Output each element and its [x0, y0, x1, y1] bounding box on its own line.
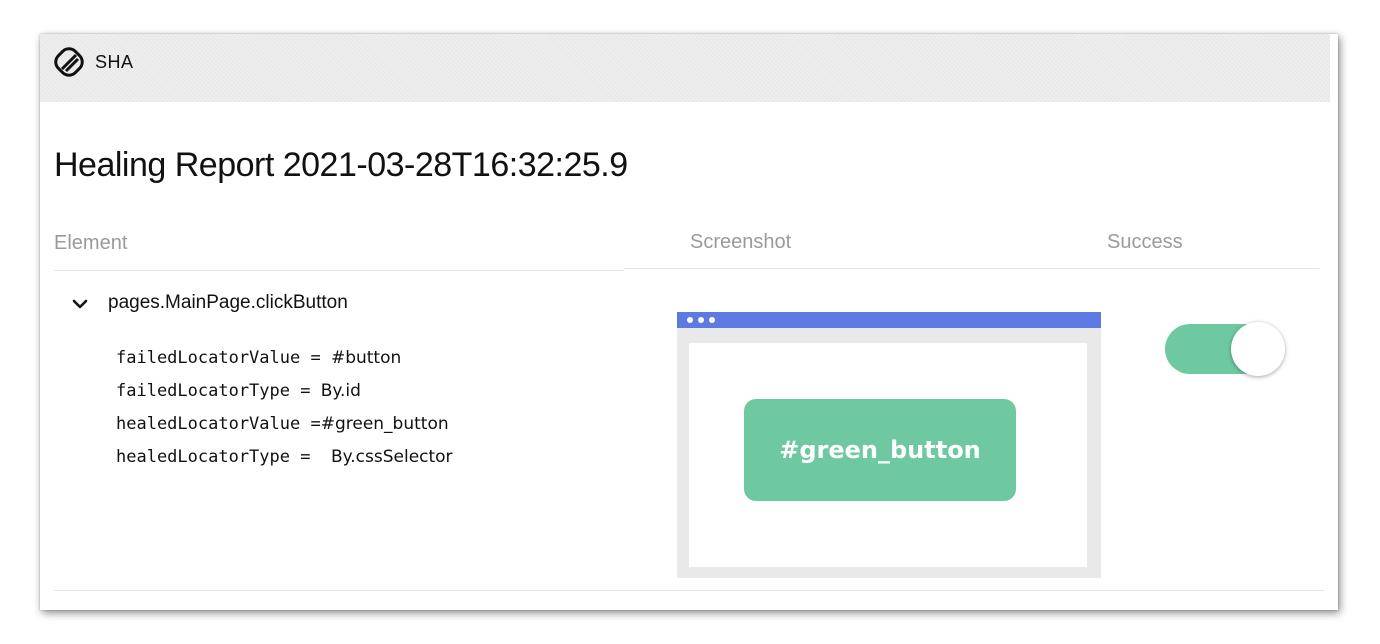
property-value: By.cssSelector	[330, 447, 453, 467]
property-healed-locator-value: healedLocatorValue =#green_button	[116, 408, 453, 441]
property-key: healedLocatorValue	[116, 414, 301, 434]
property-separator: =	[300, 414, 321, 434]
chevron-down-icon[interactable]	[70, 296, 90, 312]
property-separator: =	[290, 447, 331, 467]
window-dot-icon	[687, 317, 693, 323]
property-failed-locator-type: failedLocatorType = By.id	[116, 375, 453, 408]
property-failed-locator-value: failedLocatorValue = #button	[116, 342, 453, 375]
window-dot-icon	[709, 317, 715, 323]
browser-viewport: #green_button	[689, 343, 1087, 567]
element-name[interactable]: pages.MainPage.clickButton	[108, 292, 348, 314]
property-key: failedLocatorType	[116, 381, 290, 401]
report-card: SHA Healing Report 2021-03-28T16:32:25.9…	[40, 34, 1338, 610]
page-title: Healing Report 2021-03-28T16:32:25.9	[54, 146, 628, 184]
row-divider	[54, 590, 1324, 591]
property-separator: =	[290, 381, 321, 401]
column-header-element: Element	[54, 232, 128, 254]
property-key: healedLocatorType	[116, 447, 290, 467]
success-toggle[interactable]	[1165, 322, 1285, 376]
property-key: failedLocatorValue	[116, 348, 301, 368]
chain-link-icon[interactable]	[54, 47, 84, 77]
column-header-screenshot: Screenshot	[690, 231, 792, 253]
property-value: #green_button	[320, 414, 449, 434]
property-healed-locator-type: healedLocatorType = By.cssSelector	[116, 441, 453, 474]
column-header-success: Success	[1107, 231, 1183, 253]
top-bar: SHA	[40, 34, 1330, 102]
locator-properties: failedLocatorValue = #button failedLocat…	[116, 342, 453, 474]
property-value: #button	[330, 348, 402, 368]
toggle-knob	[1231, 322, 1285, 376]
healed-green-button: #green_button	[744, 399, 1016, 501]
header-divider-left	[54, 270, 624, 271]
header-divider-right	[624, 268, 1319, 269]
property-value: By.id	[320, 381, 361, 401]
property-separator: =	[300, 348, 331, 368]
screenshot-preview[interactable]: #green_button	[677, 312, 1101, 578]
app-brand[interactable]: SHA	[95, 52, 134, 73]
window-dot-icon	[698, 317, 704, 323]
browser-title-bar	[677, 312, 1101, 328]
